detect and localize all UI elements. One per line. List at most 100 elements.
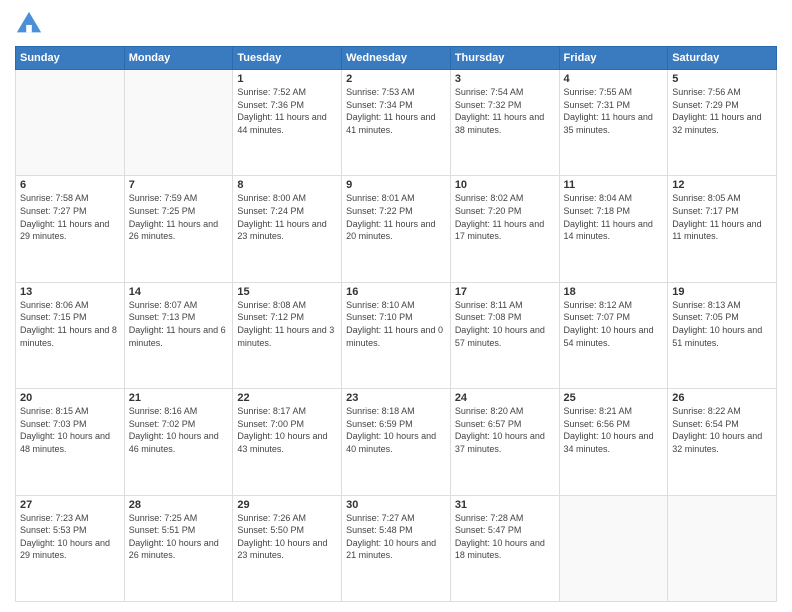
- day-number: 25: [564, 392, 664, 404]
- day-info: Sunrise: 7:56 AMSunset: 7:29 PMDaylight:…: [672, 86, 772, 136]
- calendar-cell: 26Sunrise: 8:22 AMSunset: 6:54 PMDayligh…: [668, 389, 777, 495]
- calendar-table: SundayMondayTuesdayWednesdayThursdayFrid…: [15, 46, 777, 602]
- calendar-cell: 7Sunrise: 7:59 AMSunset: 7:25 PMDaylight…: [124, 176, 233, 282]
- day-info: Sunrise: 8:07 AMSunset: 7:13 PMDaylight:…: [129, 299, 229, 349]
- day-number: 10: [455, 179, 555, 191]
- day-info: Sunrise: 8:04 AMSunset: 7:18 PMDaylight:…: [564, 192, 664, 242]
- day-info: Sunrise: 8:05 AMSunset: 7:17 PMDaylight:…: [672, 192, 772, 242]
- header: [15, 10, 777, 38]
- logo: [15, 10, 47, 38]
- calendar-cell: 19Sunrise: 8:13 AMSunset: 7:05 PMDayligh…: [668, 282, 777, 388]
- day-number: 12: [672, 179, 772, 191]
- day-info: Sunrise: 7:58 AMSunset: 7:27 PMDaylight:…: [20, 192, 120, 242]
- day-info: Sunrise: 8:15 AMSunset: 7:03 PMDaylight:…: [20, 405, 120, 455]
- day-number: 18: [564, 286, 664, 298]
- calendar-cell: 30Sunrise: 7:27 AMSunset: 5:48 PMDayligh…: [342, 495, 451, 601]
- calendar-week-row: 20Sunrise: 8:15 AMSunset: 7:03 PMDayligh…: [16, 389, 777, 495]
- weekday-header: Monday: [124, 47, 233, 70]
- calendar-cell: 28Sunrise: 7:25 AMSunset: 5:51 PMDayligh…: [124, 495, 233, 601]
- calendar-cell: 24Sunrise: 8:20 AMSunset: 6:57 PMDayligh…: [450, 389, 559, 495]
- day-number: 9: [346, 179, 446, 191]
- day-info: Sunrise: 8:12 AMSunset: 7:07 PMDaylight:…: [564, 299, 664, 349]
- weekday-header: Saturday: [668, 47, 777, 70]
- weekday-header: Sunday: [16, 47, 125, 70]
- calendar-cell: [124, 70, 233, 176]
- calendar-cell: 27Sunrise: 7:23 AMSunset: 5:53 PMDayligh…: [16, 495, 125, 601]
- day-info: Sunrise: 8:00 AMSunset: 7:24 PMDaylight:…: [237, 192, 337, 242]
- calendar-cell: 23Sunrise: 8:18 AMSunset: 6:59 PMDayligh…: [342, 389, 451, 495]
- calendar-cell: 2Sunrise: 7:53 AMSunset: 7:34 PMDaylight…: [342, 70, 451, 176]
- calendar-cell: 12Sunrise: 8:05 AMSunset: 7:17 PMDayligh…: [668, 176, 777, 282]
- day-number: 23: [346, 392, 446, 404]
- calendar-cell: 29Sunrise: 7:26 AMSunset: 5:50 PMDayligh…: [233, 495, 342, 601]
- weekday-header: Thursday: [450, 47, 559, 70]
- day-info: Sunrise: 8:10 AMSunset: 7:10 PMDaylight:…: [346, 299, 446, 349]
- day-info: Sunrise: 8:16 AMSunset: 7:02 PMDaylight:…: [129, 405, 229, 455]
- day-number: 1: [237, 73, 337, 85]
- day-info: Sunrise: 8:17 AMSunset: 7:00 PMDaylight:…: [237, 405, 337, 455]
- calendar-cell: 8Sunrise: 8:00 AMSunset: 7:24 PMDaylight…: [233, 176, 342, 282]
- day-info: Sunrise: 8:21 AMSunset: 6:56 PMDaylight:…: [564, 405, 664, 455]
- day-info: Sunrise: 8:01 AMSunset: 7:22 PMDaylight:…: [346, 192, 446, 242]
- day-number: 19: [672, 286, 772, 298]
- calendar-cell: 3Sunrise: 7:54 AMSunset: 7:32 PMDaylight…: [450, 70, 559, 176]
- calendar-cell: [16, 70, 125, 176]
- day-info: Sunrise: 7:53 AMSunset: 7:34 PMDaylight:…: [346, 86, 446, 136]
- calendar-header-row: SundayMondayTuesdayWednesdayThursdayFrid…: [16, 47, 777, 70]
- day-info: Sunrise: 7:54 AMSunset: 7:32 PMDaylight:…: [455, 86, 555, 136]
- calendar-cell: 22Sunrise: 8:17 AMSunset: 7:00 PMDayligh…: [233, 389, 342, 495]
- day-number: 20: [20, 392, 120, 404]
- calendar-cell: 15Sunrise: 8:08 AMSunset: 7:12 PMDayligh…: [233, 282, 342, 388]
- day-info: Sunrise: 7:28 AMSunset: 5:47 PMDaylight:…: [455, 512, 555, 562]
- day-number: 31: [455, 499, 555, 511]
- day-info: Sunrise: 7:55 AMSunset: 7:31 PMDaylight:…: [564, 86, 664, 136]
- day-number: 30: [346, 499, 446, 511]
- calendar-week-row: 13Sunrise: 8:06 AMSunset: 7:15 PMDayligh…: [16, 282, 777, 388]
- day-number: 21: [129, 392, 229, 404]
- day-info: Sunrise: 8:22 AMSunset: 6:54 PMDaylight:…: [672, 405, 772, 455]
- calendar-cell: 25Sunrise: 8:21 AMSunset: 6:56 PMDayligh…: [559, 389, 668, 495]
- calendar-week-row: 1Sunrise: 7:52 AMSunset: 7:36 PMDaylight…: [16, 70, 777, 176]
- day-number: 24: [455, 392, 555, 404]
- day-number: 17: [455, 286, 555, 298]
- calendar-cell: 18Sunrise: 8:12 AMSunset: 7:07 PMDayligh…: [559, 282, 668, 388]
- logo-icon: [15, 10, 43, 38]
- day-info: Sunrise: 8:02 AMSunset: 7:20 PMDaylight:…: [455, 192, 555, 242]
- calendar-cell: 1Sunrise: 7:52 AMSunset: 7:36 PMDaylight…: [233, 70, 342, 176]
- day-info: Sunrise: 7:23 AMSunset: 5:53 PMDaylight:…: [20, 512, 120, 562]
- day-info: Sunrise: 8:13 AMSunset: 7:05 PMDaylight:…: [672, 299, 772, 349]
- calendar-cell: 14Sunrise: 8:07 AMSunset: 7:13 PMDayligh…: [124, 282, 233, 388]
- day-number: 2: [346, 73, 446, 85]
- calendar-cell: 5Sunrise: 7:56 AMSunset: 7:29 PMDaylight…: [668, 70, 777, 176]
- day-info: Sunrise: 8:11 AMSunset: 7:08 PMDaylight:…: [455, 299, 555, 349]
- day-info: Sunrise: 8:06 AMSunset: 7:15 PMDaylight:…: [20, 299, 120, 349]
- day-info: Sunrise: 8:08 AMSunset: 7:12 PMDaylight:…: [237, 299, 337, 349]
- day-number: 28: [129, 499, 229, 511]
- calendar-cell: 13Sunrise: 8:06 AMSunset: 7:15 PMDayligh…: [16, 282, 125, 388]
- weekday-header: Wednesday: [342, 47, 451, 70]
- day-number: 14: [129, 286, 229, 298]
- day-number: 6: [20, 179, 120, 191]
- day-number: 15: [237, 286, 337, 298]
- day-number: 5: [672, 73, 772, 85]
- calendar-cell: [668, 495, 777, 601]
- calendar-cell: 21Sunrise: 8:16 AMSunset: 7:02 PMDayligh…: [124, 389, 233, 495]
- day-number: 16: [346, 286, 446, 298]
- day-number: 8: [237, 179, 337, 191]
- day-number: 13: [20, 286, 120, 298]
- day-info: Sunrise: 7:26 AMSunset: 5:50 PMDaylight:…: [237, 512, 337, 562]
- calendar-cell: 4Sunrise: 7:55 AMSunset: 7:31 PMDaylight…: [559, 70, 668, 176]
- calendar-week-row: 6Sunrise: 7:58 AMSunset: 7:27 PMDaylight…: [16, 176, 777, 282]
- day-number: 7: [129, 179, 229, 191]
- calendar-cell: 31Sunrise: 7:28 AMSunset: 5:47 PMDayligh…: [450, 495, 559, 601]
- day-number: 3: [455, 73, 555, 85]
- day-number: 4: [564, 73, 664, 85]
- calendar-cell: 17Sunrise: 8:11 AMSunset: 7:08 PMDayligh…: [450, 282, 559, 388]
- weekday-header: Friday: [559, 47, 668, 70]
- day-info: Sunrise: 7:25 AMSunset: 5:51 PMDaylight:…: [129, 512, 229, 562]
- day-number: 27: [20, 499, 120, 511]
- day-number: 22: [237, 392, 337, 404]
- day-number: 26: [672, 392, 772, 404]
- day-number: 29: [237, 499, 337, 511]
- day-info: Sunrise: 7:59 AMSunset: 7:25 PMDaylight:…: [129, 192, 229, 242]
